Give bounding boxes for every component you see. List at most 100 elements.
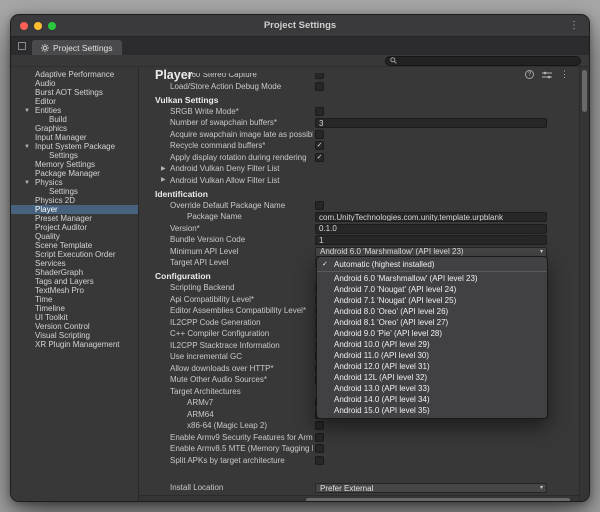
minimize-button[interactable] <box>34 22 42 30</box>
menu-item-android-7-1-nougat-api-level-25[interactable]: Android 7.1 'Nougat' (API level 25) <box>317 295 547 306</box>
sidebar-item-version-control[interactable]: Version Control <box>11 322 138 331</box>
kebab-menu-icon[interactable]: ⋮ <box>569 21 579 31</box>
setting-label: IL2CPP Code Generation <box>170 318 261 327</box>
sidebar-item-quality[interactable]: Quality <box>11 232 138 241</box>
title-bar: Project Settings ⋮ <box>11 15 589 37</box>
menu-item-label: Android 12.0 (API level 31) <box>334 362 430 371</box>
menu-item-android-13-0-api-level-33[interactable]: Android 13.0 (API level 33) <box>317 383 547 394</box>
sidebar-item-timeline[interactable]: Timeline <box>11 304 138 313</box>
search-input[interactable] <box>385 56 581 66</box>
context-menu-icon[interactable]: ⋮ <box>560 70 569 79</box>
foldout-open-icon[interactable]: ▼ <box>24 144 30 150</box>
sidebar-item-label: Audio <box>35 79 55 88</box>
sidebar-item-scene-template[interactable]: Scene Template <box>11 241 138 250</box>
menu-item-android-15-0-api-level-35[interactable]: Android 15.0 (API level 35) <box>317 405 547 416</box>
menu-item-label: Android 8.1 'Oreo' (API level 27) <box>334 318 448 327</box>
sidebar-item-ui-toolkit[interactable]: UI Toolkit <box>11 313 138 322</box>
help-icon[interactable]: ? <box>525 70 534 79</box>
checkbox-360-stereo-capture[interactable] <box>315 70 324 79</box>
checkbox-apply-display-rotation-during-rendering[interactable]: ✓ <box>315 153 324 162</box>
field-package-name[interactable]: com.UnityTechnologies.com.unity.template… <box>315 212 547 222</box>
menu-item-android-12l-api-level-32[interactable]: Android 12L (API level 32) <box>317 372 547 383</box>
checkbox-recycle-command-buffers[interactable]: ✓ <box>315 141 324 150</box>
sidebar-item-shadergraph[interactable]: ShaderGraph <box>11 268 138 277</box>
sidebar-item-preset-manager[interactable]: Preset Manager <box>11 214 138 223</box>
field-number-of-swapchain-buffers[interactable]: 3 <box>315 118 547 128</box>
preset-icon[interactable] <box>542 71 552 79</box>
foldout-open-icon[interactable]: ▼ <box>24 108 30 114</box>
checkbox-enable-armv9-security-features-for-arm64[interactable] <box>315 433 324 442</box>
menu-item-android-8-0-oreo-api-level-26[interactable]: Android 8.0 'Oreo' (API level 26) <box>317 306 547 317</box>
sidebar-item-burst-aot-settings[interactable]: Burst AOT Settings <box>11 88 138 97</box>
menu-item-android-9-0-pie-api-level-28[interactable]: Android 9.0 'Pie' (API level 28) <box>317 328 547 339</box>
sidebar-item-settings[interactable]: Settings <box>11 151 138 160</box>
sidebar-item-settings[interactable]: Settings <box>11 187 138 196</box>
close-button[interactable] <box>20 22 28 30</box>
sidebar-item-xr-plugin-management[interactable]: XR Plugin Management <box>11 340 138 349</box>
setting-label: Number of swapchain buffers* <box>170 118 277 127</box>
dropdown-install-location[interactable]: Prefer External▾ <box>315 483 547 493</box>
zoom-button[interactable] <box>48 22 56 30</box>
sidebar-item-editor[interactable]: Editor <box>11 97 138 106</box>
menu-item-android-11-0-api-level-30[interactable]: Android 11.0 (API level 30) <box>317 350 547 361</box>
setting-label: Android Vulkan Deny Filter List <box>170 164 280 173</box>
dropdown-value: Android 6.0 'Marshmallow' (API level 23) <box>320 247 464 256</box>
foldout-open-icon[interactable]: ▼ <box>24 180 30 186</box>
window-menu-icon[interactable] <box>18 42 26 50</box>
setting-label: Install Location <box>170 483 223 492</box>
row-vulkan-settings: Vulkan Settings <box>139 94 579 106</box>
sidebar-item-adaptive-performance[interactable]: Adaptive Performance <box>11 70 138 79</box>
checkbox-x86-64-magic-leap-2[interactable] <box>315 421 324 430</box>
menu-item-android-7-0-nougat-api-level-24[interactable]: Android 7.0 'Nougat' (API level 24) <box>317 284 547 295</box>
checkbox-acquire-swapchain-image-late-as-possible[interactable] <box>315 130 324 139</box>
menu-item-android-6-0-marshmallow-api-level-23[interactable]: Android 6.0 'Marshmallow' (API level 23) <box>317 273 547 284</box>
sidebar-item-label: Version Control <box>35 322 90 331</box>
sidebar-item-build[interactable]: Build <box>11 115 138 124</box>
horizontal-scrollbar-thumb[interactable] <box>306 498 570 502</box>
spacer <box>139 466 579 482</box>
checkbox-enable-armv8-5-mte-memory-tagging-extension[interactable] <box>315 444 324 453</box>
field-version[interactable]: 0.1.0 <box>315 224 547 234</box>
menu-item-android-12-0-api-level-31[interactable]: Android 12.0 (API level 31) <box>317 361 547 372</box>
horizontal-scrollbar[interactable] <box>139 495 579 502</box>
sidebar-item-audio[interactable]: Audio <box>11 79 138 88</box>
sidebar-item-tags-and-layers[interactable]: Tags and Layers <box>11 277 138 286</box>
tab-bar: Project Settings <box>11 37 589 55</box>
setting-label: Scripting Backend <box>170 283 234 292</box>
sidebar-item-physics-2d[interactable]: Physics 2D <box>11 196 138 205</box>
sidebar-item-memory-settings[interactable]: Memory Settings <box>11 160 138 169</box>
checkbox-override-default-package-name[interactable] <box>315 201 324 210</box>
foldout-closed-icon[interactable]: ▶ <box>161 166 166 172</box>
vertical-scrollbar[interactable] <box>579 67 589 502</box>
menu-item-android-8-1-oreo-api-level-27[interactable]: Android 8.1 'Oreo' (API level 27) <box>317 317 547 328</box>
sidebar-item-script-execution-order[interactable]: Script Execution Order <box>11 250 138 259</box>
tab-project-settings[interactable]: Project Settings <box>32 40 122 55</box>
settings-sidebar: Adaptive PerformanceAudioBurst AOT Setti… <box>11 67 139 502</box>
sidebar-item-input-manager[interactable]: Input Manager <box>11 133 138 142</box>
menu-item-android-10-0-api-level-29[interactable]: Android 10.0 (API level 29) <box>317 339 547 350</box>
sidebar-item-entities[interactable]: ▼Entities <box>11 106 138 115</box>
sidebar-item-time[interactable]: Time <box>11 295 138 304</box>
vertical-scrollbar-thumb[interactable] <box>582 70 587 112</box>
menu-item-automatic-highest-installed[interactable]: ✓Automatic (highest installed) <box>317 259 547 270</box>
sidebar-item-player[interactable]: Player <box>11 205 138 214</box>
section-label: Configuration <box>155 271 211 281</box>
sidebar-item-graphics[interactable]: Graphics <box>11 124 138 133</box>
dropdown-minimum-api-level[interactable]: Android 6.0 'Marshmallow' (API level 23)… <box>315 247 547 257</box>
checkbox-srgb-write-mode[interactable] <box>315 107 324 116</box>
dropdown-value: Prefer External <box>320 484 373 493</box>
sidebar-item-package-manager[interactable]: Package Manager <box>11 169 138 178</box>
menu-item-android-14-0-api-level-34[interactable]: Android 14.0 (API level 34) <box>317 394 547 405</box>
checkbox-load-store-action-debug-mode[interactable] <box>315 82 324 91</box>
foldout-closed-icon[interactable]: ▶ <box>161 177 166 183</box>
checkbox-split-apks-by-target-architecture[interactable] <box>315 456 324 465</box>
sidebar-item-input-system-package[interactable]: ▼Input System Package <box>11 142 138 151</box>
sidebar-item-physics[interactable]: ▼Physics <box>11 178 138 187</box>
sidebar-item-visual-scripting[interactable]: Visual Scripting <box>11 331 138 340</box>
field-bundle-version-code[interactable]: 1 <box>315 235 547 245</box>
sidebar-item-textmesh-pro[interactable]: TextMesh Pro <box>11 286 138 295</box>
sidebar-item-project-auditor[interactable]: Project Auditor <box>11 223 138 232</box>
sidebar-item-label: TextMesh Pro <box>35 286 84 295</box>
sidebar-list: Adaptive PerformanceAudioBurst AOT Setti… <box>11 70 138 349</box>
sidebar-item-services[interactable]: Services <box>11 259 138 268</box>
